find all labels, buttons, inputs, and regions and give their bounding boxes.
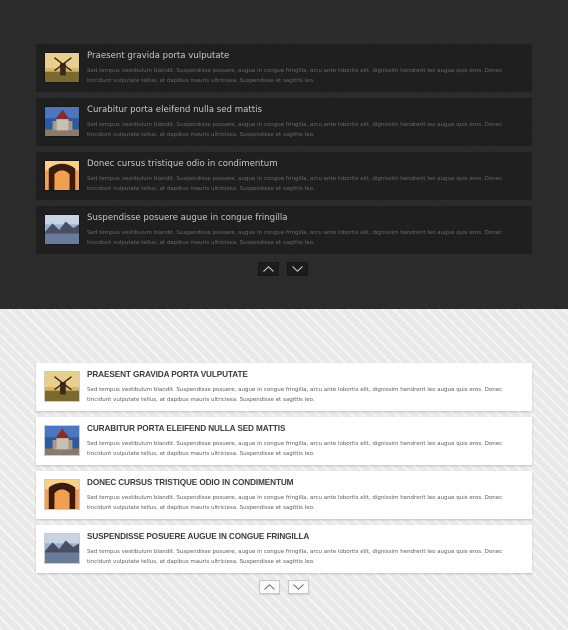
- news-item-title[interactable]: Curabitur porta eleifend nulla sed matti…: [87, 424, 285, 433]
- light-list-navigation: [259, 580, 309, 594]
- dark-news-item-3[interactable]: Donec cursus tristique odio in condiment…: [36, 152, 532, 200]
- thumbnail-lake[interactable]: [44, 533, 80, 564]
- dark-news-item-4[interactable]: Suspendisse posuere augue in congue frin…: [36, 206, 532, 254]
- news-item-description: Sed tempus vestibulum blandit. Suspendis…: [87, 230, 503, 246]
- news-item-description: Sed tempus vestibulum blandit. Suspendis…: [87, 495, 503, 511]
- chevron-down-icon: [293, 584, 304, 590]
- light-news-item-1[interactable]: Praesent gravida porta vulputate Sed tem…: [36, 363, 532, 411]
- news-item-description: Sed tempus vestibulum blandit. Suspendis…: [87, 122, 503, 138]
- chevron-down-icon: [292, 266, 303, 272]
- news-item-title[interactable]: Suspendisse posuere augue in congue frin…: [87, 213, 288, 223]
- light-news-item-4[interactable]: Suspendisse posuere augue in congue frin…: [36, 525, 532, 573]
- news-item-description: Sed tempus vestibulum blandit. Suspendis…: [87, 176, 503, 192]
- dark-news-item-2[interactable]: Curabitur porta eleifend nulla sed matti…: [36, 98, 532, 146]
- thumbnail-arch[interactable]: [44, 479, 80, 510]
- thumbnail-arch[interactable]: [44, 160, 80, 191]
- dark-list-navigation: [258, 262, 308, 276]
- chevron-up-icon: [263, 266, 274, 272]
- scroll-down-button[interactable]: [287, 262, 308, 276]
- thumbnail-lake[interactable]: [44, 214, 80, 245]
- thumbnail-windmill[interactable]: [44, 371, 80, 402]
- dark-theme-panel: Praesent gravida porta vulputate Sed tem…: [0, 0, 568, 309]
- news-item-description: Sed tempus vestibulum blandit. Suspendis…: [87, 549, 503, 565]
- dark-news-item-1[interactable]: Praesent gravida porta vulputate Sed tem…: [36, 44, 532, 92]
- news-item-description: Sed tempus vestibulum blandit. Suspendis…: [87, 441, 503, 457]
- light-news-list: Praesent gravida porta vulputate Sed tem…: [36, 363, 532, 579]
- dark-news-list: Praesent gravida porta vulputate Sed tem…: [36, 44, 532, 260]
- light-theme-panel: Praesent gravida porta vulputate Sed tem…: [0, 309, 568, 630]
- thumbnail-windmill[interactable]: [44, 52, 80, 83]
- news-item-title[interactable]: Curabitur porta eleifend nulla sed matti…: [87, 105, 262, 115]
- news-item-description: Sed tempus vestibulum blandit. Suspendis…: [87, 387, 503, 403]
- news-item-title[interactable]: Suspendisse posuere augue in congue frin…: [87, 532, 309, 541]
- thumbnail-castle[interactable]: [44, 425, 80, 456]
- scroll-down-button[interactable]: [288, 580, 309, 594]
- light-news-item-2[interactable]: Curabitur porta eleifend nulla sed matti…: [36, 417, 532, 465]
- scroll-up-button[interactable]: [258, 262, 279, 276]
- news-item-title[interactable]: Praesent gravida porta vulputate: [87, 51, 229, 61]
- scroll-up-button[interactable]: [259, 580, 280, 594]
- news-item-title[interactable]: Praesent gravida porta vulputate: [87, 370, 248, 379]
- chevron-up-icon: [264, 584, 275, 590]
- news-item-title[interactable]: Donec cursus tristique odio in condiment…: [87, 478, 294, 487]
- light-news-item-3[interactable]: Donec cursus tristique odio in condiment…: [36, 471, 532, 519]
- thumbnail-castle[interactable]: [44, 106, 80, 137]
- news-item-title[interactable]: Donec cursus tristique odio in condiment…: [87, 159, 278, 169]
- news-item-description: Sed tempus vestibulum blandit. Suspendis…: [87, 68, 503, 84]
